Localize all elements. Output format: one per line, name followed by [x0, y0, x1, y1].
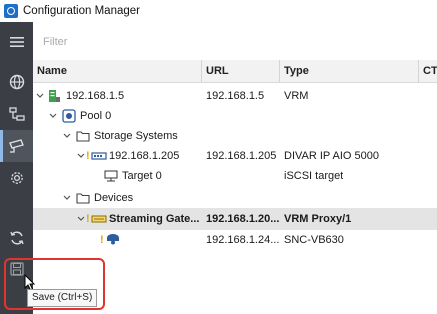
hamburger-icon — [9, 37, 24, 47]
folder-icon — [76, 193, 90, 204]
settings-button[interactable] — [0, 162, 33, 194]
table-row[interactable]: ! 192.168.1.24... SNC-VB630 — [33, 230, 437, 250]
network-scan-button[interactable] — [0, 66, 33, 98]
row-url: 192.168.1.20... — [206, 213, 280, 225]
chevron-down-icon[interactable] — [62, 126, 72, 146]
row-type: VRM — [284, 90, 309, 102]
row-name: Pool 0 — [80, 110, 112, 122]
table-row[interactable]: ! 192.168.1.205 192.168.1.205 DIVAR IP A… — [33, 146, 437, 166]
row-type: SNC-VB630 — [284, 234, 344, 246]
refresh-button[interactable] — [0, 222, 33, 254]
row-type: VRM Proxy/1 — [284, 213, 352, 225]
chevron-down-icon[interactable] — [62, 188, 72, 208]
warning-indicator: ! — [86, 213, 90, 225]
chevron-down-icon[interactable] — [76, 146, 86, 166]
row-name: 192.168.1.205 — [109, 150, 180, 162]
table-row[interactable]: Pool 0 — [33, 106, 437, 126]
table-row[interactable]: 192.168.1.5 192.168.1.5 VRM — [33, 86, 437, 106]
filter-input[interactable] — [41, 33, 425, 51]
globe-icon — [9, 74, 24, 90]
row-name: 192.168.1.5 — [66, 90, 125, 102]
column-header-name[interactable]: Name — [33, 60, 202, 82]
chevron-down-icon[interactable] — [48, 106, 58, 126]
streaming-gateway-icon — [91, 215, 107, 223]
chevron-down-icon[interactable] — [76, 209, 86, 229]
table-header: Name URL Type CTI — [33, 60, 437, 83]
target-icon — [104, 170, 118, 182]
window-title: Configuration Manager — [23, 5, 140, 17]
device-tree-icon — [8, 107, 25, 121]
row-name: Devices — [94, 192, 134, 204]
device-tree-button[interactable] — [0, 98, 33, 130]
row-url: 192.168.1.24... — [206, 234, 280, 246]
warning-indicator: ! — [86, 150, 90, 162]
column-header-cti[interactable]: CTI — [419, 60, 437, 82]
storage-device-icon — [91, 152, 107, 160]
highlight-annotation — [4, 258, 105, 310]
camera-icon — [107, 234, 119, 245]
vrm-server-icon — [49, 90, 60, 102]
app-icon — [4, 4, 18, 18]
refresh-icon — [9, 231, 24, 245]
camera-icon — [8, 139, 24, 153]
row-name: Streaming Gate... — [109, 213, 200, 225]
filter-bar — [33, 22, 437, 61]
column-header-url[interactable]: URL — [202, 60, 280, 82]
devices-button[interactable] — [0, 130, 33, 162]
row-type: DIVAR IP AIO 5000 — [284, 150, 379, 162]
table-row[interactable]: Devices — [33, 188, 437, 208]
warning-indicator: ! — [100, 234, 104, 246]
title-bar: Configuration Manager — [0, 0, 437, 23]
chevron-down-icon[interactable] — [35, 86, 45, 106]
menu-button[interactable] — [0, 26, 33, 58]
pool-icon — [62, 109, 76, 123]
row-url: 192.168.1.205 — [206, 150, 277, 162]
table-row[interactable]: Target 0 iSCSI target — [33, 166, 437, 186]
gear-icon — [10, 172, 23, 184]
row-url: 192.168.1.5 — [206, 90, 265, 102]
row-name: Storage Systems — [94, 130, 178, 142]
folder-icon — [76, 131, 90, 142]
table-row[interactable]: Storage Systems — [33, 126, 437, 146]
row-name: Target 0 — [122, 170, 162, 182]
row-type: iSCSI target — [284, 170, 344, 182]
table-row-selected[interactable]: ! Streaming Gate... 192.168.1.20... VRM … — [33, 208, 437, 230]
column-header-type[interactable]: Type — [280, 60, 419, 82]
